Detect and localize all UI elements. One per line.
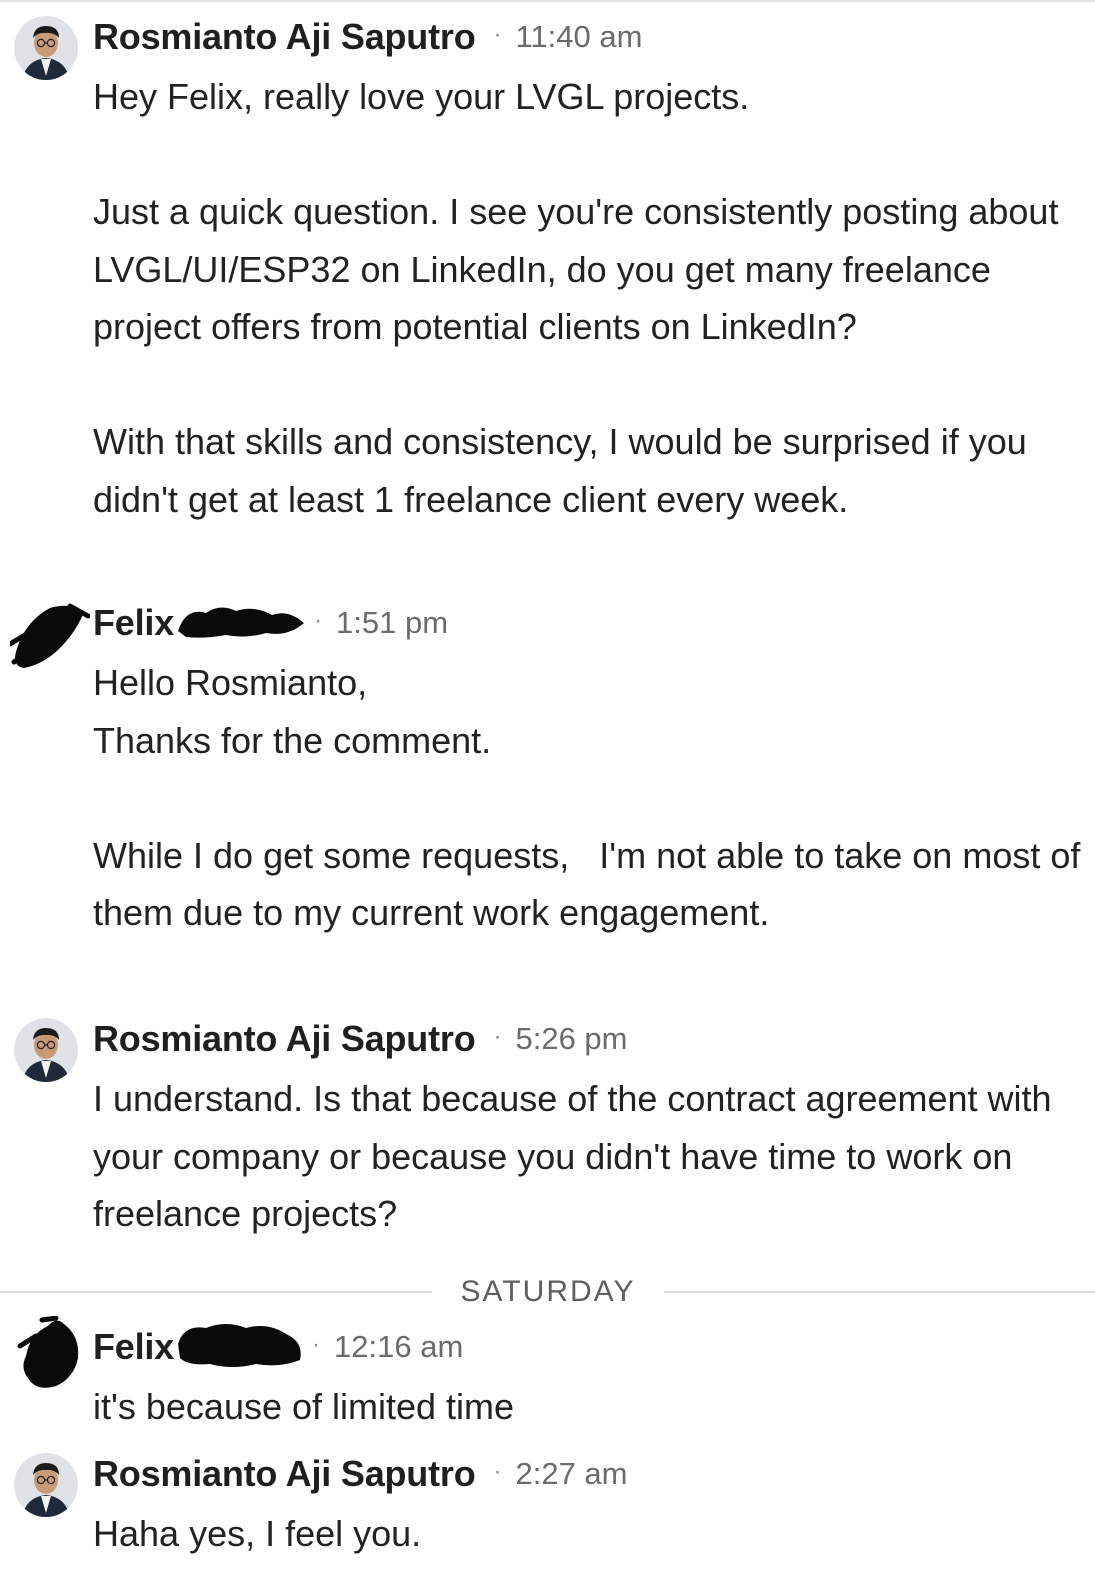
message-time: 1:51 pm bbox=[336, 605, 449, 640]
divider-line-right bbox=[664, 1291, 1095, 1293]
message-time: 2:27 am bbox=[515, 1456, 628, 1491]
message-item: Rosmianto Aji Saputro · 11:40 am Hey Fel… bbox=[0, 12, 1095, 582]
message-item: Felix · 1:51 pm Hello Rosmianto, Thanks … bbox=[0, 598, 1095, 958]
sender-name[interactable]: Rosmianto Aji Saputro bbox=[93, 1453, 476, 1495]
separator-dot: · bbox=[312, 1331, 321, 1358]
day-divider: SATURDAY bbox=[0, 1270, 1095, 1314]
message-header: Rosmianto Aji Saputro · 2:27 am bbox=[93, 1449, 628, 1499]
message-text: I understand. Is that because of the con… bbox=[93, 1078, 1062, 1234]
message-text: it's because of limited time bbox=[93, 1386, 515, 1427]
top-divider bbox=[0, 0, 1095, 2]
message-text: Hey Felix, really love your LVGL project… bbox=[93, 76, 1059, 520]
sender-name[interactable]: Felix bbox=[93, 602, 174, 644]
message-item: Rosmianto Aji Saputro · 5:26 pm I unders… bbox=[0, 1014, 1095, 1254]
sender-name[interactable]: Felix bbox=[93, 1326, 174, 1368]
message-header: Felix · 1:51 pm bbox=[93, 598, 448, 648]
divider-line-left bbox=[0, 1291, 432, 1293]
avatar-redacted[interactable] bbox=[10, 602, 90, 668]
message-text: Hello Rosmianto, Thanks for the comment.… bbox=[93, 662, 1081, 933]
avatar[interactable] bbox=[14, 1453, 78, 1517]
message-header: Rosmianto Aji Saputro · 5:26 pm bbox=[93, 1014, 628, 1064]
separator-dot: · bbox=[493, 1023, 502, 1050]
separator-dot: · bbox=[493, 21, 502, 48]
message-time: 12:16 am bbox=[334, 1329, 464, 1364]
message-header: Rosmianto Aji Saputro · 11:40 am bbox=[93, 12, 642, 62]
redaction-scribble bbox=[176, 1320, 306, 1375]
avatar-redacted[interactable] bbox=[16, 1316, 80, 1388]
message-item: Felix · 12:16 am it's because of limited… bbox=[0, 1316, 1095, 1442]
sender-name[interactable]: Rosmianto Aji Saputro bbox=[93, 1018, 476, 1060]
sender-name[interactable]: Rosmianto Aji Saputro bbox=[93, 16, 476, 58]
separator-dot: · bbox=[314, 607, 323, 634]
redaction-scribble bbox=[176, 601, 306, 646]
message-time: 5:26 pm bbox=[515, 1021, 628, 1056]
message-header: Felix · 12:16 am bbox=[93, 1322, 463, 1372]
message-time: 11:40 am bbox=[515, 19, 643, 54]
message-text: Haha yes, I feel you. bbox=[93, 1513, 422, 1554]
avatar[interactable] bbox=[14, 16, 78, 80]
message-item: Rosmianto Aji Saputro · 2:27 am Haha yes… bbox=[0, 1449, 1095, 1573]
day-divider-label: SATURDAY bbox=[460, 1275, 636, 1308]
avatar[interactable] bbox=[14, 1018, 78, 1082]
separator-dot: · bbox=[493, 1458, 502, 1485]
